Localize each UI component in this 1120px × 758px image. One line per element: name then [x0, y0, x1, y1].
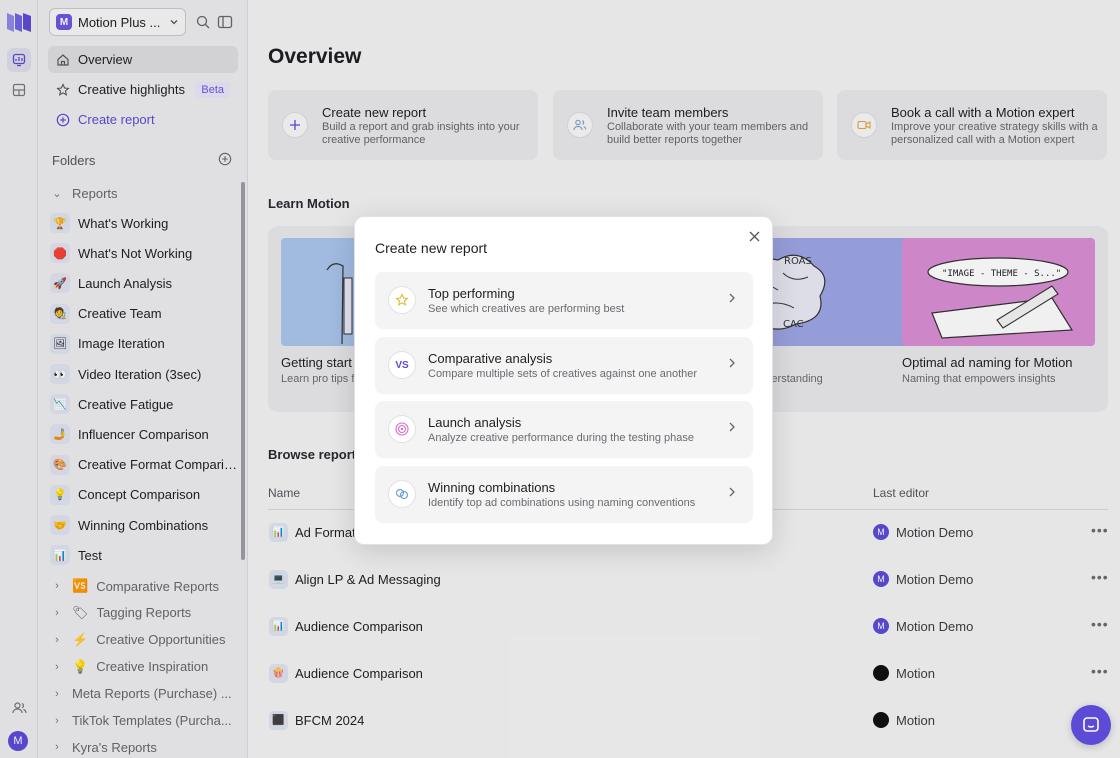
target-icon: [388, 415, 416, 443]
option-desc: Analyze creative performance during the …: [428, 432, 694, 444]
chevron-right-icon: [729, 358, 735, 368]
option-comparative-analysis[interactable]: VS Comparative analysis Compare multiple…: [375, 337, 753, 394]
vs-icon: VS: [388, 351, 416, 379]
option-winning-combinations[interactable]: Winning combinations Identify top ad com…: [375, 466, 753, 523]
option-launch-analysis[interactable]: Launch analysis Analyze creative perform…: [375, 401, 753, 458]
option-title: Top performing: [428, 286, 515, 301]
option-desc: Identify top ad combinations using namin…: [428, 497, 696, 509]
option-title: Launch analysis: [428, 415, 522, 430]
option-desc: See which creatives are performing best: [428, 303, 625, 315]
close-icon[interactable]: [746, 228, 762, 244]
create-report-modal: Create new report Top performing See whi…: [354, 216, 773, 545]
chevron-right-icon: [729, 487, 735, 497]
chat-support-button[interactable]: [1071, 705, 1111, 745]
star-icon: [388, 286, 416, 314]
chevron-right-icon: [729, 422, 735, 432]
chat-icon: [1083, 717, 1099, 732]
option-top-performing[interactable]: Top performing See which creatives are p…: [375, 272, 753, 329]
modal-title: Create new report: [375, 240, 488, 256]
option-title: Comparative analysis: [428, 351, 553, 366]
link-icon: [388, 480, 416, 508]
option-desc: Compare multiple sets of creatives again…: [428, 368, 698, 380]
option-title: Winning combinations: [428, 480, 556, 495]
chevron-right-icon: [729, 293, 735, 303]
